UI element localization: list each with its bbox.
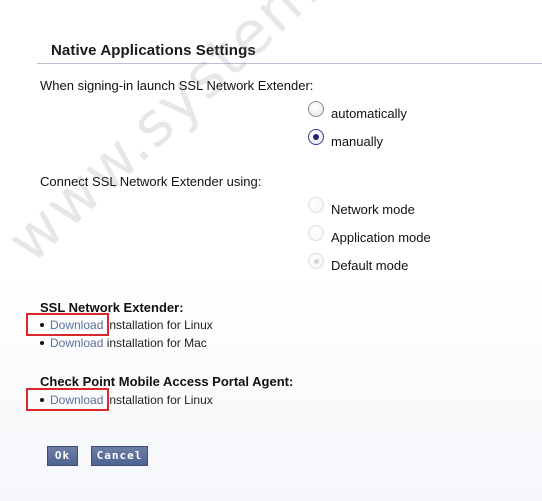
radio-network-mode-label: Network mode	[331, 202, 415, 217]
radio-automatically-label[interactable]: automatically	[331, 106, 407, 121]
page-title: Native Applications Settings	[51, 42, 256, 59]
agent-heading: Check Point Mobile Access Portal Agent:	[40, 374, 294, 389]
radio-manually-label[interactable]: manually	[331, 134, 383, 149]
title-divider	[37, 63, 542, 64]
radio-application-mode-label: Application mode	[331, 230, 431, 245]
snx-mac-text: installation for Mac	[103, 336, 207, 350]
snx-linux-text: installation for Linux	[103, 318, 213, 332]
settings-panel: Native Applications Settings When signin…	[0, 0, 542, 501]
annotation-highlight-box	[26, 388, 109, 411]
launch-prompt: When signing-in launch SSL Network Exten…	[40, 78, 314, 93]
radio-default-mode	[308, 253, 324, 269]
agent-linux-text: installation for Linux	[103, 393, 213, 407]
list-item: Download installation for Mac	[40, 336, 207, 350]
bullet-icon	[40, 340, 44, 345]
annotation-highlight-box	[26, 313, 109, 336]
connect-prompt: Connect SSL Network Extender using:	[40, 174, 262, 189]
ok-button[interactable]: Ok	[47, 446, 78, 466]
radio-automatically[interactable]	[308, 101, 324, 117]
cancel-button[interactable]: Cancel	[91, 446, 148, 466]
radio-application-mode	[308, 225, 324, 241]
radio-default-mode-label: Default mode	[331, 258, 409, 273]
snx-mac-download-link[interactable]: Download	[50, 336, 103, 350]
radio-network-mode	[308, 197, 324, 213]
radio-manually[interactable]	[308, 129, 324, 145]
